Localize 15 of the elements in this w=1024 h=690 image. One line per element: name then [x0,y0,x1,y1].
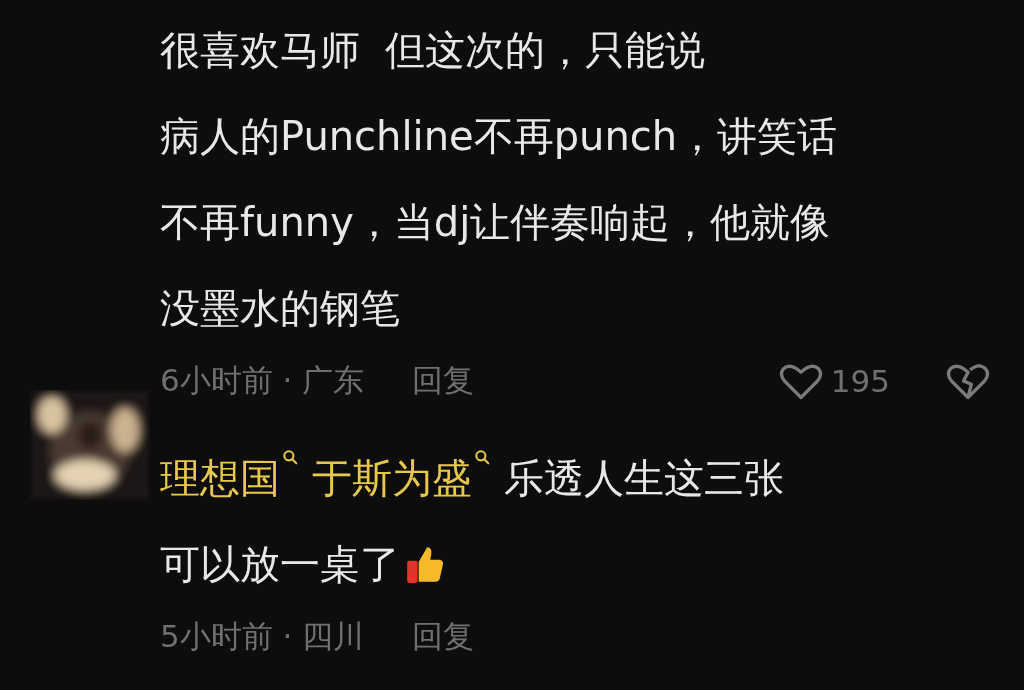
comment-text: 没墨水的钢笔 [160,283,400,333]
like-count: 195 [830,363,890,399]
user-mention-link[interactable]: 理想国 [160,450,298,506]
time-location: 6小时前 · 广东 [160,361,365,400]
time-location: 5小时前 · 四川 [160,617,365,656]
comment-text: 很喜欢马师 但这次的，只能说 [160,25,706,75]
search-icon [282,448,298,465]
reply-link[interactable]: 回复 [412,360,475,402]
search-icon [474,448,490,465]
reply-link[interactable]: 回复 [412,616,475,658]
comment-text: 病人的Punchline不再punch，讲笑话 [160,111,838,161]
comment-text: 不再funny，当dj让伴奏响起，他就像 [160,197,831,247]
comment-text: 乐透人生这三张 [504,453,784,503]
user-mention-link[interactable]: 于斯为盛 [312,450,490,506]
comment-text: 可以放一桌了 [160,539,400,589]
